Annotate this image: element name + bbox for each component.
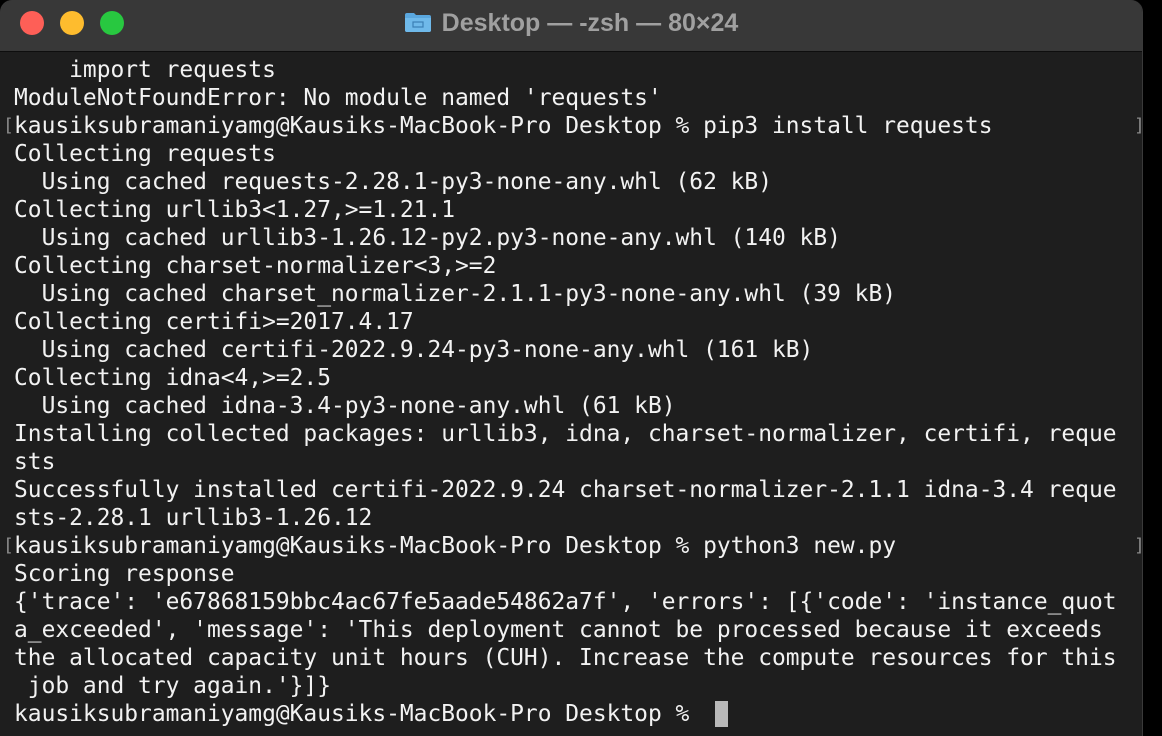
output-line: Using cached idna-3.4-py3-none-any.whl (… xyxy=(14,393,676,419)
command-line: kausiksubramaniyamg@Kausiks-MacBook-Pro … xyxy=(14,533,897,559)
terminal-window: Desktop — -zsh — 80×24 import requests M… xyxy=(0,0,1143,736)
output-line: Using cached charset_normalizer-2.1.1-py… xyxy=(14,281,897,307)
output-line: sts xyxy=(14,449,56,475)
output-line: {'trace': 'e67868159bbc4ac67fe5aade54862… xyxy=(14,589,1117,615)
output-line: Collecting charset-normalizer<3,>=2 xyxy=(14,253,497,279)
prompt-line[interactable]: kausiksubramaniyamg@Kausiks-MacBook-Pro … xyxy=(14,700,703,728)
mark-bracket-right: ] xyxy=(1134,112,1142,140)
output-line: Collecting idna<4,>=2.5 xyxy=(14,365,331,391)
output-line: a_exceeded', 'message': 'This deployment… xyxy=(14,617,1103,643)
output-line: Collecting certifi>=2017.4.17 xyxy=(14,309,414,335)
output-line: sts-2.28.1 urllib3-1.26.12 xyxy=(14,505,373,531)
output-line: Using cached urllib3-1.26.12-py2.py3-non… xyxy=(14,225,841,251)
folder-icon xyxy=(404,13,431,32)
terminal-output[interactable]: import requests ModuleNotFoundError: No … xyxy=(0,52,1142,736)
command-line: kausiksubramaniyamg@Kausiks-MacBook-Pro … xyxy=(14,113,993,139)
text-cursor xyxy=(715,701,728,727)
output-line: Using cached requests-2.28.1-py3-none-an… xyxy=(14,169,772,195)
output-line: Using cached certifi-2022.9.24-py3-none-… xyxy=(14,337,814,363)
output-line: job and try again.'}]} xyxy=(14,673,331,699)
output-line: import requests xyxy=(14,57,276,83)
window-title: Desktop — -zsh — 80×24 xyxy=(441,8,739,37)
output-line: Collecting requests xyxy=(14,141,276,167)
output-line: Successfully installed certifi-2022.9.24… xyxy=(14,477,1117,503)
output-line: ModuleNotFoundError: No module named 're… xyxy=(14,85,662,111)
mark-bracket-right: ] xyxy=(1134,532,1142,560)
title-bar[interactable]: Desktop — -zsh — 80×24 xyxy=(0,0,1142,52)
output-line: the allocated capacity unit hours (CUH).… xyxy=(14,645,1117,671)
output-line: Collecting urllib3<1.27,>=1.21.1 xyxy=(14,197,456,223)
mark-bracket-left: [ xyxy=(3,535,14,556)
mark-bracket-left: [ xyxy=(3,115,14,136)
output-line: Scoring response xyxy=(14,561,235,587)
output-line: Installing collected packages: urllib3, … xyxy=(14,421,1117,447)
window-title-container: Desktop — -zsh — 80×24 xyxy=(0,0,1142,46)
